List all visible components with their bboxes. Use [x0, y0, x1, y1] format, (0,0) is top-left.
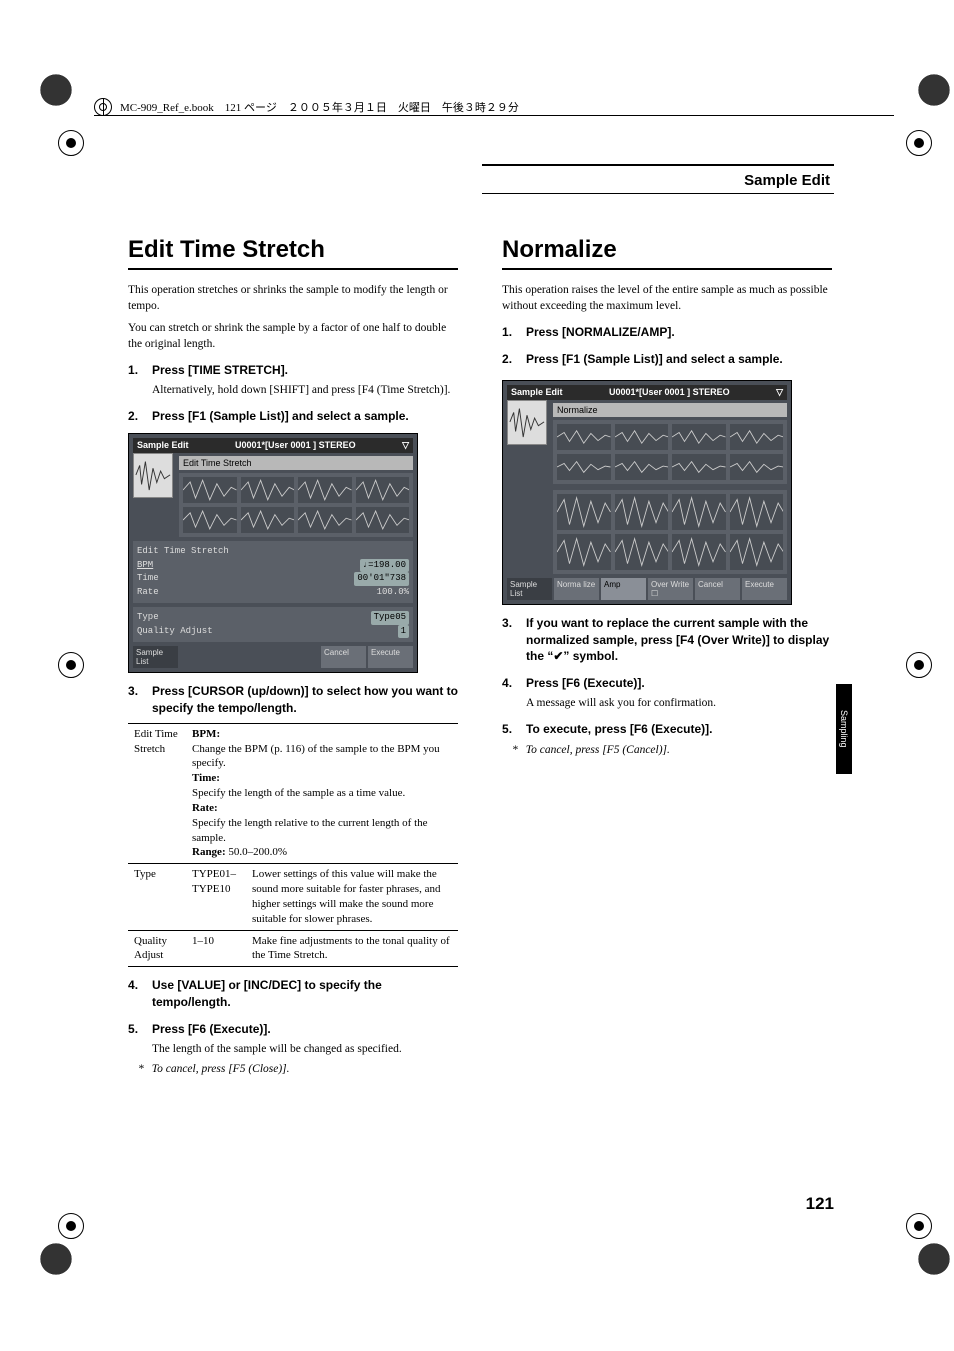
step-1: Press [NORMALIZE/AMP].	[502, 324, 832, 341]
step-5: To execute, press [F6 (Execute)].	[502, 721, 832, 738]
reg-mark-tl	[36, 70, 76, 110]
column-right: Normalize This operation raises the leve…	[502, 236, 832, 1079]
softkey-f4[interactable]: Over Write ☐	[648, 578, 693, 600]
print-header: MC-909_Ref_e.book 121 ページ ２００５年３月１日 火曜日 …	[94, 98, 894, 116]
softkey-f3[interactable]	[227, 646, 272, 668]
running-head: Sample Edit	[482, 164, 834, 194]
step-2: Press [F1 (Sample List)] and select a sa…	[128, 408, 458, 425]
crop-mark	[906, 1213, 932, 1239]
step-4: Press [F6 (Execute)]. A message will ask…	[502, 675, 832, 711]
side-tab-sampling: Sampling	[836, 684, 852, 774]
lcd-screenshot-time-stretch: Sample Edit U0001*[User 0001 ] STEREO ▽ …	[128, 433, 418, 673]
table-cell: Quality Adjust	[128, 930, 186, 967]
table-cell: BPM: Change the BPM (p. 116) of the samp…	[186, 723, 458, 864]
lcd-screenshot-normalize: Sample Edit U0001*[User 0001 ] STEREO ▽ …	[502, 380, 792, 605]
reg-mark-bl	[36, 1239, 76, 1279]
footnote: * To cancel, press [F5 (Close)].	[138, 1063, 458, 1075]
section-title-time-stretch: Edit Time Stretch	[128, 236, 458, 270]
sample-icon	[133, 453, 173, 498]
table-cell: Type	[128, 864, 186, 930]
paragraph: This operation raises the level of the e…	[502, 282, 832, 314]
softkey-f6[interactable]: Execute	[368, 646, 413, 668]
dropdown-icon: ▽	[402, 440, 409, 451]
reg-mark-br	[914, 1239, 954, 1279]
dropdown-icon: ▽	[776, 387, 783, 398]
step-1: Press [TIME STRETCH]. Alternatively, hol…	[128, 362, 458, 398]
softkey-f3[interactable]: Amp	[601, 578, 646, 600]
softkey-f4[interactable]	[274, 646, 319, 668]
column-left: Edit Time Stretch This operation stretch…	[128, 236, 458, 1079]
step-3: Press [CURSOR (up/down)] to select how y…	[128, 683, 458, 717]
table-cell: Edit Time Stretch	[128, 723, 186, 864]
softkey-f5[interactable]: Cancel	[321, 646, 366, 668]
page-number: 121	[806, 1194, 834, 1214]
header-ornament	[94, 98, 112, 116]
section-title-normalize: Normalize	[502, 236, 832, 270]
asterisk-icon: *	[138, 1063, 144, 1075]
softkey-f2[interactable]: Norma lize	[554, 578, 599, 600]
asterisk-icon: *	[512, 744, 518, 756]
reg-mark-tr	[914, 70, 954, 110]
crop-mark	[58, 130, 84, 156]
step-3: If you want to replace the current sampl…	[502, 615, 832, 665]
paragraph: This operation stretches or shrinks the …	[128, 282, 458, 314]
crop-mark	[58, 652, 84, 678]
table-cell: TYPE01–TYPE10	[186, 864, 246, 930]
checkbox-icon: ☐	[651, 589, 658, 598]
paragraph: You can stretch or shrink the sample by …	[128, 320, 458, 352]
sample-icon	[507, 400, 547, 445]
table-cell: Lower settings of this value will make t…	[246, 864, 458, 930]
crop-mark	[58, 1213, 84, 1239]
table-cell: Make fine adjustments to the tonal quali…	[246, 930, 458, 967]
softkey-f1[interactable]: Sample List	[133, 646, 178, 668]
softkey-f6[interactable]: Execute	[742, 578, 787, 600]
footnote: * To cancel, press [F5 (Cancel)].	[512, 744, 832, 756]
softkey-f2[interactable]	[180, 646, 225, 668]
step-5: Press [F6 (Execute)]. The length of the …	[128, 1021, 458, 1057]
step-2: Press [F1 (Sample List)] and select a sa…	[502, 351, 832, 368]
header-rule	[94, 115, 894, 116]
softkey-f5[interactable]: Cancel	[695, 578, 740, 600]
table-cell: 1–10	[186, 930, 246, 967]
crop-mark	[906, 652, 932, 678]
header-filebar: MC-909_Ref_e.book 121 ページ ２００５年３月１日 火曜日 …	[120, 99, 519, 115]
softkey-f1[interactable]: Sample List	[507, 578, 552, 600]
step-4: Use [VALUE] or [INC/DEC] to specify the …	[128, 977, 458, 1011]
crop-mark	[906, 130, 932, 156]
params-table: Edit Time Stretch BPM: Change the BPM (p…	[128, 723, 458, 968]
